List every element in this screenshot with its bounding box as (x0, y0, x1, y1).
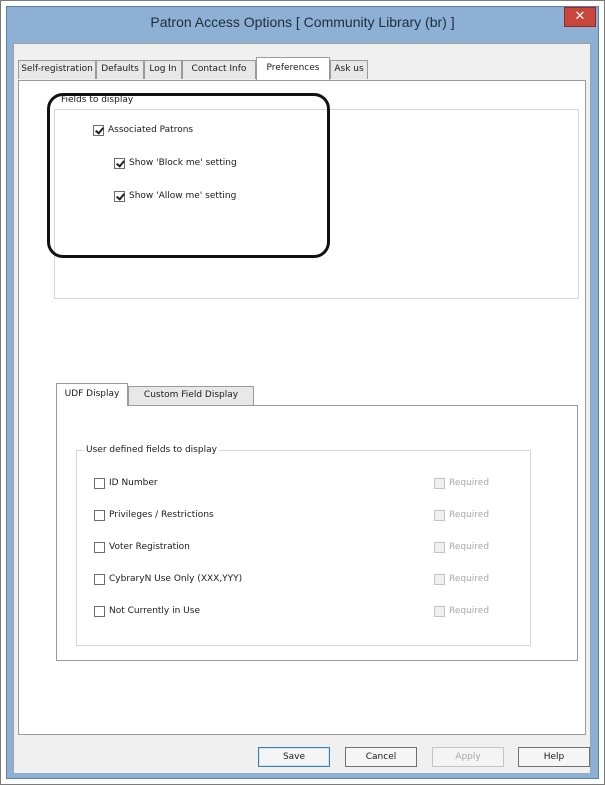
tab-custom-field-display[interactable]: Custom Field Display (128, 386, 254, 405)
dialog-client-area: Self-registration Defaults Log In Contac… (13, 43, 591, 773)
cybraryn-required-option: Required (434, 572, 489, 586)
save-button[interactable]: Save (258, 747, 330, 767)
tab-ask-us[interactable]: Ask us (330, 60, 368, 79)
fields-to-display-legend: Fields to display (59, 94, 136, 106)
not-in-use-checkbox[interactable] (94, 605, 105, 617)
not-in-use-required-label: Required (449, 606, 490, 616)
associated-patrons-option[interactable]: Associated Patrons (93, 123, 193, 137)
voter-registration-required-checkbox (434, 541, 445, 553)
associated-patrons-label: Associated Patrons (108, 125, 194, 135)
udf-field-cybraryn[interactable]: CybraryN Use Only (XXX,YYY) (94, 572, 242, 586)
show-allow-me-label: Show 'Allow me' setting (129, 191, 237, 201)
voter-registration-required-option: Required (434, 540, 489, 554)
close-icon[interactable]: ✕ (564, 7, 596, 27)
udf-field-voter-registration[interactable]: Voter Registration (94, 540, 190, 554)
udf-field-not-in-use[interactable]: Not Currently in Use (94, 604, 200, 618)
cybraryn-checkbox[interactable] (94, 573, 105, 585)
cybraryn-required-checkbox (434, 573, 445, 585)
privileges-required-label: Required (449, 510, 490, 520)
dialog-window: Patron Access Options [ Community Librar… (6, 6, 599, 779)
apply-button: Apply (432, 747, 504, 767)
id-number-checkbox[interactable] (94, 477, 105, 489)
id-number-required-label: Required (449, 478, 490, 488)
show-block-me-label: Show 'Block me' setting (129, 158, 237, 168)
fields-to-display-group (54, 109, 579, 299)
voter-registration-label: Voter Registration (109, 542, 190, 552)
privileges-checkbox[interactable] (94, 509, 105, 521)
voter-registration-required-label: Required (449, 542, 490, 552)
show-allow-me-checkbox[interactable] (114, 190, 125, 202)
tab-defaults[interactable]: Defaults (96, 60, 144, 79)
privileges-required-checkbox (434, 509, 445, 521)
id-number-label: ID Number (109, 478, 158, 488)
associated-patrons-checkbox[interactable] (93, 124, 104, 136)
cybraryn-label: CybraryN Use Only (XXX,YYY) (109, 574, 243, 584)
show-allow-me-option[interactable]: Show 'Allow me' setting (114, 189, 236, 203)
not-in-use-label: Not Currently in Use (109, 606, 200, 616)
udf-field-id-number[interactable]: ID Number (94, 476, 158, 490)
not-in-use-required-checkbox (434, 605, 445, 617)
udf-display-panel: User defined fields to display ID Number… (56, 405, 578, 661)
window-title: Patron Access Options [ Community Librar… (150, 14, 455, 30)
title-bar[interactable]: Patron Access Options [ Community Librar… (7, 7, 598, 39)
dialog-button-bar: Save Cancel Apply Help (14, 737, 590, 773)
tab-self-registration[interactable]: Self-registration (18, 60, 96, 79)
udf-field-privileges[interactable]: Privileges / Restrictions (94, 508, 214, 522)
cancel-button[interactable]: Cancel (345, 747, 417, 767)
voter-registration-checkbox[interactable] (94, 541, 105, 553)
help-button[interactable]: Help (518, 747, 590, 767)
not-in-use-required-option: Required (434, 604, 489, 618)
preferences-panel: Fields to display Associated Patrons Sho… (18, 80, 586, 735)
id-number-required-checkbox (434, 477, 445, 489)
show-block-me-option[interactable]: Show 'Block me' setting (114, 156, 237, 170)
privileges-label: Privileges / Restrictions (109, 510, 214, 520)
show-block-me-checkbox[interactable] (114, 157, 125, 169)
tab-preferences[interactable]: Preferences (256, 57, 330, 80)
privileges-required-option: Required (434, 508, 489, 522)
id-number-required-option: Required (434, 476, 489, 490)
user-defined-fields-legend: User defined fields to display (84, 444, 219, 456)
tab-contact-info[interactable]: Contact Info (182, 60, 256, 79)
tab-log-in[interactable]: Log In (144, 60, 182, 79)
tab-udf-display[interactable]: UDF Display (56, 383, 128, 406)
cybraryn-required-label: Required (449, 574, 490, 584)
